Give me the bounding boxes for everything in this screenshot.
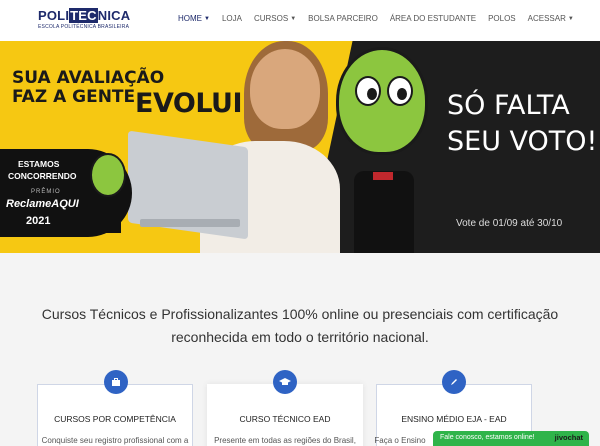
logo-tagline: ESCOLA POLITÉCNICA BRASILEIRA — [38, 24, 130, 30]
hero-banner[interactable]: SUA AVALIAÇÃO FAZ A GENTE EVOLUIR ESTAMO… — [0, 41, 600, 253]
mascot-eye-left — [355, 76, 381, 106]
card-title-eja: ENSINO MÉDIO EJA - EAD — [401, 414, 507, 424]
chat-brand: jivochat — [554, 433, 583, 442]
badge-year: 2021 — [26, 215, 51, 227]
card-text-competencia: Conquiste seu registro profissional com … — [41, 436, 189, 445]
graduation-cap-icon — [273, 370, 297, 394]
laptop-base-illustration — [140, 219, 240, 227]
chevron-down-icon: ▼ — [290, 16, 297, 22]
chevron-down-icon: ▼ — [204, 16, 210, 22]
mascot-suit — [354, 171, 414, 253]
chevron-down-icon: ▼ — [567, 16, 574, 22]
mascot-bowtie — [373, 172, 393, 180]
briefcase-icon — [104, 370, 128, 394]
nav-area-do-estudante[interactable]: ÁREA DO ESTUDANTE — [390, 14, 476, 23]
intro-text: Cursos Técnicos e Profissionalizantes 10… — [41, 306, 559, 345]
mini-mascot-suit — [97, 197, 121, 233]
mascot-eye-right — [387, 76, 413, 106]
politecnica-logo[interactable]: POLITECNICA ESCOLA POLITÉCNICA BRASILEIR… — [38, 8, 131, 30]
chat-label: Fale conosco, estamos online! — [440, 434, 535, 441]
card-title-tecnico-ead: CURSO TÉCNICO EAD — [239, 414, 331, 424]
nav-bolsa-parceiro[interactable]: BOLSA PARCEIRO — [308, 14, 378, 23]
nav-home[interactable]: HOME ▼ — [178, 14, 210, 23]
badge-premio: PRÊMIO — [31, 189, 61, 195]
badge-brand: ReclameAQUI — [6, 198, 79, 210]
vote-period: Vote de 01/09 até 30/10 — [456, 218, 563, 229]
mini-mascot-illustration — [90, 153, 126, 197]
badge-line2: CONCORRENDO — [8, 171, 77, 181]
mascot-illustration — [336, 47, 428, 155]
nav-cursos[interactable]: CURSOS ▼ — [254, 14, 296, 23]
logo-wordmark: POLITECNICA — [38, 8, 131, 23]
badge-line1: ESTAMOS — [18, 159, 60, 169]
card-title-competencia: CURSOS POR COMPETÊNCIA — [54, 414, 176, 424]
banner-cta: SÓ FALTA SEU VOTO! — [447, 90, 598, 157]
woman-face-illustration — [250, 49, 320, 129]
pencil-icon — [442, 370, 466, 394]
nav-polos[interactable]: POLOS — [488, 14, 516, 23]
site-header: POLITECNICA ESCOLA POLITÉCNICA BRASILEIR… — [0, 0, 600, 41]
main-nav: HOME ▼ LOJA CURSOS ▼ BOLSA PARCEIRO ÁREA D… — [178, 14, 586, 23]
chat-widget[interactable]: Fale conosco, estamos online! jivochat — [433, 431, 589, 446]
nav-acessar[interactable]: ACESSAR ▼ — [528, 14, 574, 23]
nav-loja[interactable]: LOJA — [222, 14, 242, 23]
